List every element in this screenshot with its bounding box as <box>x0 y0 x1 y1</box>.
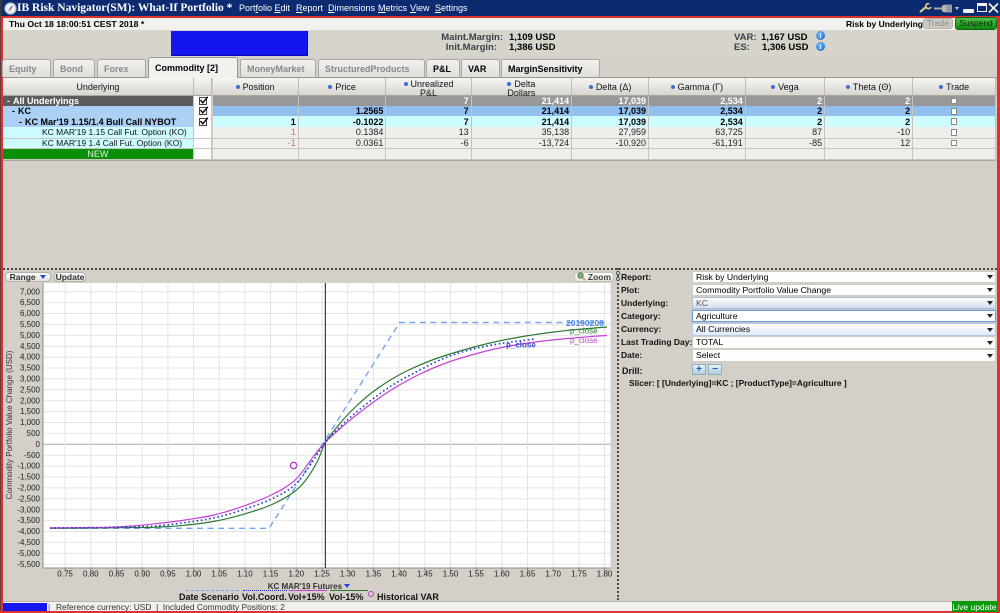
svg-text:1.00: 1.00 <box>186 570 202 579</box>
svg-text:6,000: 6,000 <box>20 309 41 318</box>
svg-text:4,500: 4,500 <box>20 342 41 351</box>
svg-text:1.15: 1.15 <box>263 570 279 579</box>
svg-text:1.20: 1.20 <box>289 570 305 579</box>
svg-text:0.80: 0.80 <box>83 570 99 579</box>
svg-text:1.60: 1.60 <box>494 570 510 579</box>
svg-text:2,000: 2,000 <box>20 396 41 405</box>
svg-text:7,000: 7,000 <box>20 287 41 296</box>
svg-text:0.90: 0.90 <box>134 570 150 579</box>
svg-text:-5,500: -5,500 <box>17 560 40 569</box>
svg-text:-1,500: -1,500 <box>17 473 40 482</box>
svg-text:1.70: 1.70 <box>545 570 561 579</box>
svg-text:-3,000: -3,000 <box>17 505 40 514</box>
svg-text:-2,500: -2,500 <box>17 494 40 503</box>
svg-text:-5,000: -5,000 <box>17 549 40 558</box>
svg-text:0.85: 0.85 <box>109 570 125 579</box>
svg-text:0.75: 0.75 <box>57 570 73 579</box>
svg-text:1.05: 1.05 <box>211 570 227 579</box>
svg-text:1.75: 1.75 <box>571 570 587 579</box>
svg-text:1,500: 1,500 <box>20 407 41 416</box>
svg-text:Commodity Portfolio Value Chan: Commodity Portfolio Value Change (USD) <box>5 350 14 499</box>
svg-text:p_close: p_close <box>506 341 536 350</box>
svg-text:6,500: 6,500 <box>20 298 41 307</box>
svg-text:3,500: 3,500 <box>20 364 41 373</box>
svg-text:1.80: 1.80 <box>597 570 613 579</box>
svg-text:-3,500: -3,500 <box>17 516 40 525</box>
svg-text:1.45: 1.45 <box>417 570 433 579</box>
svg-text:1.40: 1.40 <box>391 570 407 579</box>
svg-text:-2,000: -2,000 <box>17 484 40 493</box>
svg-text:p_close: p_close <box>570 327 598 336</box>
svg-text:2,500: 2,500 <box>20 385 41 394</box>
svg-text:4,000: 4,000 <box>20 353 41 362</box>
svg-text:0.95: 0.95 <box>160 570 176 579</box>
svg-text:500: 500 <box>27 429 41 438</box>
svg-text:1.65: 1.65 <box>520 570 536 579</box>
svg-text:-4,000: -4,000 <box>17 527 40 536</box>
svg-text:1,000: 1,000 <box>20 418 41 427</box>
svg-text:5,000: 5,000 <box>20 331 41 340</box>
svg-text:1.35: 1.35 <box>366 570 382 579</box>
svg-text:-500: -500 <box>24 451 41 460</box>
svg-text:-1,000: -1,000 <box>17 462 40 471</box>
svg-text:1.55: 1.55 <box>468 570 484 579</box>
svg-text:5,500: 5,500 <box>20 320 41 329</box>
svg-text:3,000: 3,000 <box>20 375 41 384</box>
svg-text:1.30: 1.30 <box>340 570 356 579</box>
svg-text:-4,500: -4,500 <box>17 538 40 547</box>
svg-text:1.10: 1.10 <box>237 570 253 579</box>
svg-text:p_close: p_close <box>570 336 598 345</box>
svg-text:1.50: 1.50 <box>443 570 459 579</box>
svg-text:0: 0 <box>36 440 41 449</box>
svg-text:1.25: 1.25 <box>314 570 330 579</box>
